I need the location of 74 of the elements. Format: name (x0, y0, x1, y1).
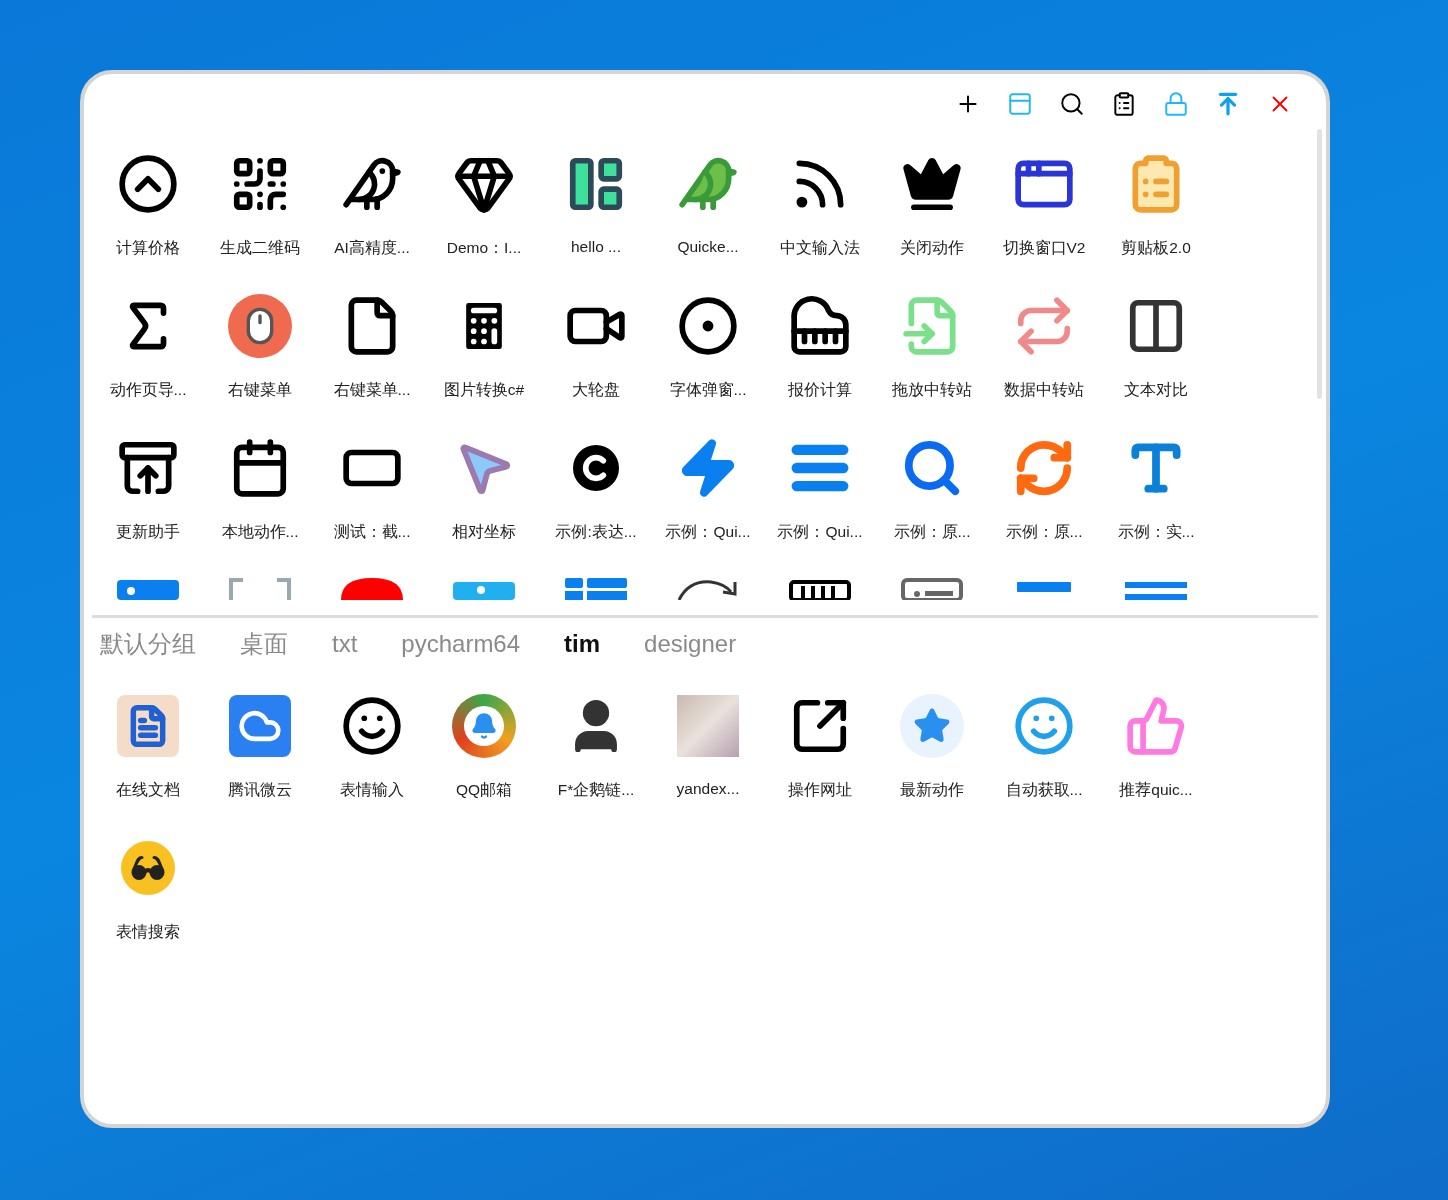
action-label: 右键菜单... (333, 380, 411, 400)
emoji-icon (121, 841, 175, 895)
action-label: 拖放中转站 (892, 380, 972, 400)
photo-placeholder (677, 695, 739, 757)
action-tile[interactable] (116, 152, 180, 216)
chevron-up-circle-icon (117, 153, 179, 215)
action-label: 剪贴板2.0 (1121, 238, 1191, 258)
action-label: hello ... (571, 238, 621, 256)
action-label: 示例：实... (1117, 522, 1195, 542)
action-label: 图片转换c# (443, 380, 525, 400)
action-label: 测试：截... (333, 522, 411, 542)
action-label: Quicke... (677, 238, 739, 256)
action-label: 表情搜索 (116, 922, 180, 942)
action-label: 示例：Qui... (777, 522, 863, 542)
piano-icon (789, 578, 851, 600)
action-tile[interactable] (676, 294, 740, 358)
action-label: 大轮盘 (572, 380, 620, 400)
action-label: 操作网址 (788, 780, 852, 800)
group-tab[interactable]: 桌面 (238, 626, 308, 662)
lock-icon (1163, 91, 1189, 117)
action-label: QQ邮箱 (455, 780, 513, 800)
action-label: 关闭动作 (900, 238, 964, 258)
action-tile[interactable] (676, 694, 740, 758)
action-label: 推荐quic... (1119, 780, 1193, 800)
action-label: 示例：Qui... (665, 522, 751, 542)
group-tab[interactable]: designer (642, 626, 757, 662)
scrollbar[interactable] (1317, 129, 1322, 399)
redo-icon (677, 578, 739, 600)
action-label: 动作页导... (109, 380, 187, 400)
action-label: 中文输入法 (780, 238, 860, 258)
action-label: 示例：原... (1005, 522, 1083, 542)
minus-icon (1017, 582, 1071, 592)
action-label: 示例:表达... (555, 522, 637, 542)
action-label: 切换窗口V2 (1002, 238, 1086, 258)
action-label: 自动获取... (1005, 780, 1083, 800)
search-icon (1059, 91, 1085, 117)
window-icon (1007, 91, 1033, 117)
action-label: 右键菜单 (228, 380, 292, 400)
action-label: 表情输入 (340, 780, 404, 800)
action-label: 在线文档 (116, 780, 180, 800)
action-label: 生成二维码 (220, 238, 300, 258)
group-tab[interactable]: pycharm64 (399, 626, 541, 662)
action-label: AI高精度... (334, 238, 410, 258)
piano-icon (789, 295, 851, 357)
action-label: F*企鹅链... (557, 780, 635, 800)
action-label: 示例：原... (893, 522, 971, 542)
document-app-icon (117, 695, 179, 757)
action-label: 报价计算 (788, 380, 852, 400)
group-tab[interactable]: tim (562, 626, 621, 662)
grid-icon (565, 578, 627, 600)
action-label: 本地动作... (221, 522, 299, 542)
action-tile[interactable] (1012, 694, 1076, 758)
action-label: 最新动作 (900, 780, 964, 800)
action-label: 计算价格 (116, 238, 180, 258)
cloud-icon (229, 695, 291, 757)
action-label: 字体弹窗... (669, 380, 747, 400)
action-label: 数据中转站 (1004, 380, 1084, 400)
circle-icon (677, 295, 739, 357)
action-tile[interactable] (228, 694, 292, 758)
action-label: 更新助手 (116, 522, 180, 542)
action-label: 相对坐标 (452, 522, 516, 542)
action-label: Demo：I... (446, 238, 522, 258)
card-icon (901, 578, 963, 600)
group-tab[interactable]: 默认分组 (98, 626, 216, 662)
smile-icon (1013, 695, 1075, 757)
scan-frame-icon (229, 578, 291, 600)
action-label: yandex... (676, 780, 740, 798)
action-tile[interactable] (116, 694, 180, 758)
action-label: 文本对比 (1124, 380, 1188, 400)
action-tile[interactable] (788, 294, 852, 358)
action-label: 腾讯微云 (228, 780, 292, 800)
thumbs-up-icon (1125, 695, 1187, 757)
clipboard-icon (1111, 91, 1137, 117)
group-tab[interactable]: txt (330, 626, 378, 662)
